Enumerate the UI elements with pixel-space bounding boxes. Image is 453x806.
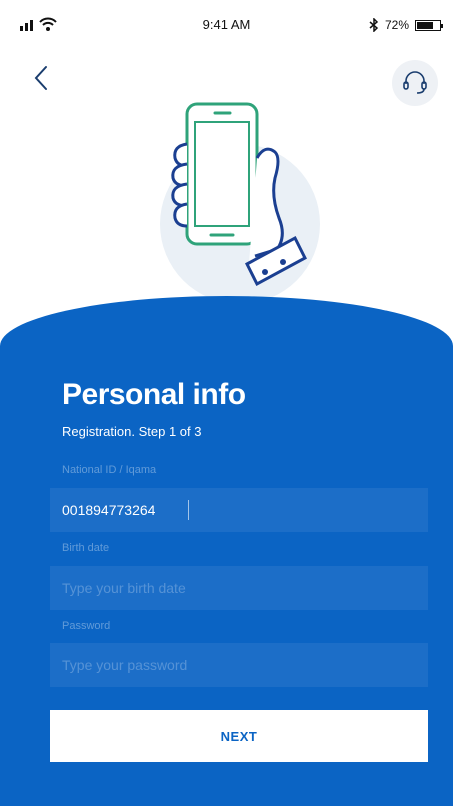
password-label: Password bbox=[62, 620, 111, 632]
support-button[interactable] bbox=[392, 60, 438, 106]
national-id-label: National ID / Iqama bbox=[62, 464, 157, 476]
birth-date-label: Birth date bbox=[62, 542, 110, 554]
headset-icon bbox=[403, 71, 427, 94]
birth-date-field[interactable] bbox=[50, 566, 428, 610]
password-input[interactable] bbox=[62, 657, 416, 673]
national-id-input[interactable] bbox=[62, 502, 186, 518]
step-subtitle: Registration. Step 1 of 3 bbox=[62, 424, 202, 439]
text-cursor bbox=[188, 500, 189, 520]
chevron-left-icon bbox=[34, 66, 47, 90]
bluetooth-icon bbox=[369, 18, 379, 32]
national-id-field[interactable] bbox=[50, 488, 428, 532]
phone-in-hand-icon bbox=[160, 102, 320, 304]
birth-date-input[interactable] bbox=[62, 580, 416, 596]
battery-fill bbox=[417, 21, 433, 29]
password-field[interactable] bbox=[50, 643, 428, 687]
status-bar: 9:41 AM 72% bbox=[0, 0, 453, 40]
status-right: 72% bbox=[369, 16, 443, 34]
battery-percent: 72% bbox=[384, 18, 409, 32]
back-button[interactable] bbox=[30, 64, 54, 92]
page-title: Personal info bbox=[62, 378, 246, 411]
battery-icon bbox=[415, 19, 443, 31]
next-button[interactable]: NEXT bbox=[50, 710, 428, 762]
